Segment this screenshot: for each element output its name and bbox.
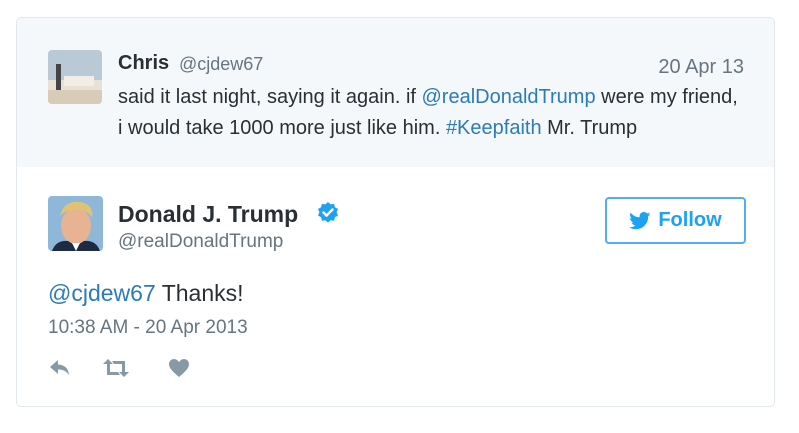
quoted-text-segment: Mr. Trump — [541, 117, 638, 139]
quoted-tweet-date[interactable]: 20 Apr 13 — [658, 56, 744, 79]
author-avatar[interactable] — [48, 196, 103, 251]
quoted-author-name[interactable]: Chris — [118, 52, 169, 75]
tweet-embed-card: Chris @cjdew67 20 Apr 13 said it last ni… — [16, 17, 775, 407]
quoted-tweet[interactable]: Chris @cjdew67 20 Apr 13 said it last ni… — [17, 18, 774, 167]
mention-link[interactable]: @realDonaldTrump — [422, 86, 596, 108]
heart-icon[interactable] — [168, 358, 190, 378]
reply-icon[interactable] — [48, 358, 72, 378]
verified-badge-icon — [316, 201, 340, 225]
author-name[interactable]: Donald J. Trump — [118, 201, 298, 228]
author-handle[interactable]: @realDonaldTrump — [118, 231, 283, 253]
follow-button[interactable]: Follow — [605, 197, 746, 244]
hashtag-link[interactable]: #Keepfaith — [446, 117, 542, 139]
retweet-icon[interactable] — [102, 358, 130, 378]
quoted-author-handle[interactable]: @cjdew67 — [179, 54, 263, 75]
quoted-tweet-text: said it last night, saying it again. if … — [118, 82, 738, 144]
twitter-bird-icon — [629, 211, 651, 229]
follow-button-label: Follow — [658, 209, 722, 231]
quoted-text-segment: said it last night, saying it again. if — [118, 86, 422, 108]
tweet-text: @cjdew67 Thanks! — [48, 280, 244, 307]
tweet-text-body: Thanks! — [155, 280, 244, 306]
tweet-timestamp[interactable]: 10:38 AM - 20 Apr 2013 — [48, 317, 248, 339]
mention-link[interactable]: @cjdew67 — [48, 280, 156, 306]
quoted-author-avatar[interactable] — [48, 50, 102, 104]
